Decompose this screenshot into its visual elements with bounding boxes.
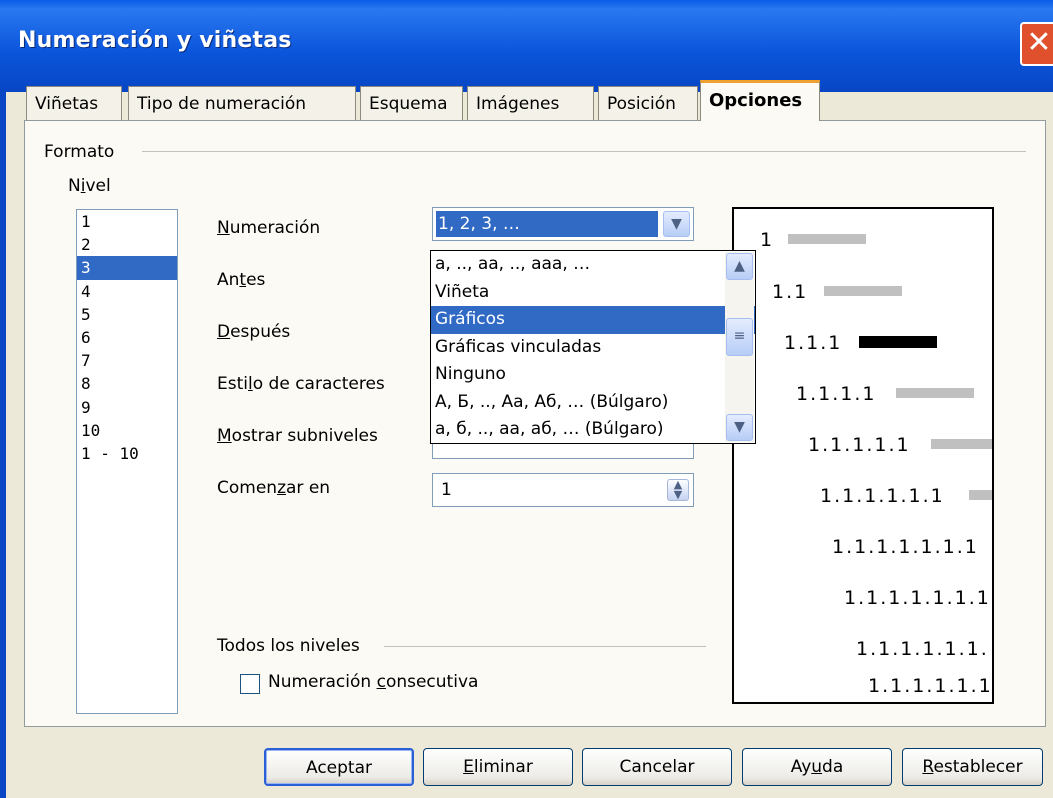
level-item-selected[interactable]: 3 [77,256,177,280]
preview-line: 1.1.1.1 [796,383,877,405]
preview-line: 1.1.1.1.1.1 [820,485,945,507]
preview-line: 1 [760,229,775,251]
all-levels-separator [384,646,706,647]
preview-line: 1.1.1.1.1.1. [856,638,989,660]
tab-vinetas[interactable]: Viñetas [26,86,122,120]
format-section-label: Formato [44,142,115,162]
consecutive-numbering-checkbox[interactable] [240,674,260,694]
dropdown-option-selected[interactable]: Gráficos [431,306,755,334]
preview-line: 1.1.1.1.1 [808,434,911,456]
close-icon: ✕ [1026,25,1052,60]
preview-bar [896,388,974,398]
comenzar-en-label: Comenzar en [217,478,331,498]
preview-bar [931,439,992,449]
level-item[interactable]: 9 [77,396,177,419]
level-item[interactable]: 4 [77,280,177,303]
level-item[interactable]: 6 [77,326,177,349]
tab-esquema[interactable]: Esquema [360,86,463,120]
reset-button[interactable]: Restablecer [902,748,1043,786]
chevron-up-icon: ▲ [734,258,745,274]
close-button[interactable]: ✕ [1020,22,1053,66]
tab-posicion[interactable]: Posición [598,86,698,120]
level-item[interactable]: 7 [77,349,177,372]
preview-line: 1.1.1.1.1.1.1 [832,536,979,558]
preview-line: 1.1 [772,281,809,303]
preview-line: 1.1.1 [784,332,843,354]
level-item[interactable]: 5 [77,303,177,326]
numeracion-dropdown-button[interactable]: ▼ [663,211,690,237]
preview-bar-selected [859,336,937,348]
tab-imagenes[interactable]: Imágenes [467,86,594,120]
level-item[interactable]: 10 [77,419,177,442]
preview-bar [788,234,866,244]
format-separator [142,151,1026,152]
level-item[interactable]: 1 [77,210,177,233]
dropdown-option[interactable]: А, Б, .., Аа, Аб, … (Búlgaro) [431,389,755,417]
level-label: Nivel [68,176,111,196]
dropdown-option[interactable]: Gráficas vinculadas [431,334,755,362]
dropdown-scrollbar[interactable]: ▲ ≡ ▼ [725,252,754,442]
preview-bar [824,286,902,296]
window-frame-left [0,92,6,798]
chevron-down-icon: ▼ [671,216,682,232]
help-button[interactable]: Ayuda [742,748,892,786]
level-item[interactable]: 8 [77,372,177,395]
tab-opciones[interactable]: Opciones [700,80,820,121]
level-listbox[interactable]: 1 2 3 4 5 6 7 8 9 10 1 - 10 [76,209,178,714]
comenzar-en-value: 1 [441,480,452,500]
spin-arrows-icon: ▲ ▼ [673,478,683,501]
grip-icon: ≡ [733,328,746,344]
numeracion-dropdown-list[interactable]: a, .., aa, .., aaa, … Viñeta Gráficos Gr… [430,250,756,444]
spin-updown-button[interactable]: ▲ ▼ [667,479,689,501]
scroll-down-button[interactable]: ▼ [726,414,753,441]
level-item[interactable]: 2 [77,233,177,256]
chevron-down-icon: ▼ [734,419,745,435]
scroll-thumb[interactable]: ≡ [726,318,753,356]
despues-label: Después [217,322,291,342]
all-levels-section-label: Todos los niveles [217,636,360,656]
numbering-preview: 1 1.1 1.1.1 1.1.1.1 1.1.1.1.1 1.1.1.1.1.… [732,207,994,704]
numeracion-combobox[interactable]: 1, 2, 3, … ▼ [432,207,694,241]
dropdown-option[interactable]: а, б, .., аа, аб, … (Búlgaro) [431,416,755,444]
ok-button[interactable]: Aceptar [264,748,414,786]
antes-label: Antes [217,270,266,290]
scroll-up-button[interactable]: ▲ [726,253,753,280]
delete-button[interactable]: Eliminar [423,748,573,786]
preview-line: 1.1.1.1.1.1.1 [844,587,991,609]
numeracion-value: 1, 2, 3, … [436,211,658,237]
tab-tipo-numeracion[interactable]: Tipo de numeración [128,86,356,120]
mostrar-subniveles-label: Mostrar subniveles [217,426,378,446]
dropdown-option[interactable]: Ninguno [431,361,755,389]
level-item[interactable]: 1 - 10 [77,442,177,465]
cancel-button[interactable]: Cancelar [582,748,732,786]
consecutive-numbering-label[interactable]: Numeración consecutiva [268,672,478,692]
comenzar-en-spinner[interactable]: 1 ▲ ▼ [432,473,694,507]
dropdown-option[interactable]: Viñeta [431,279,755,307]
estilo-caracteres-label: Estilo de caracteres [217,374,385,394]
window-title: Numeración y viñetas [18,28,292,53]
dropdown-option[interactable]: a, .., aa, .., aaa, … [431,251,755,279]
preview-bar [969,490,992,500]
preview-line: 1.1.1.1.1.1 [868,675,993,697]
numeracion-label: Numeración [217,218,321,238]
